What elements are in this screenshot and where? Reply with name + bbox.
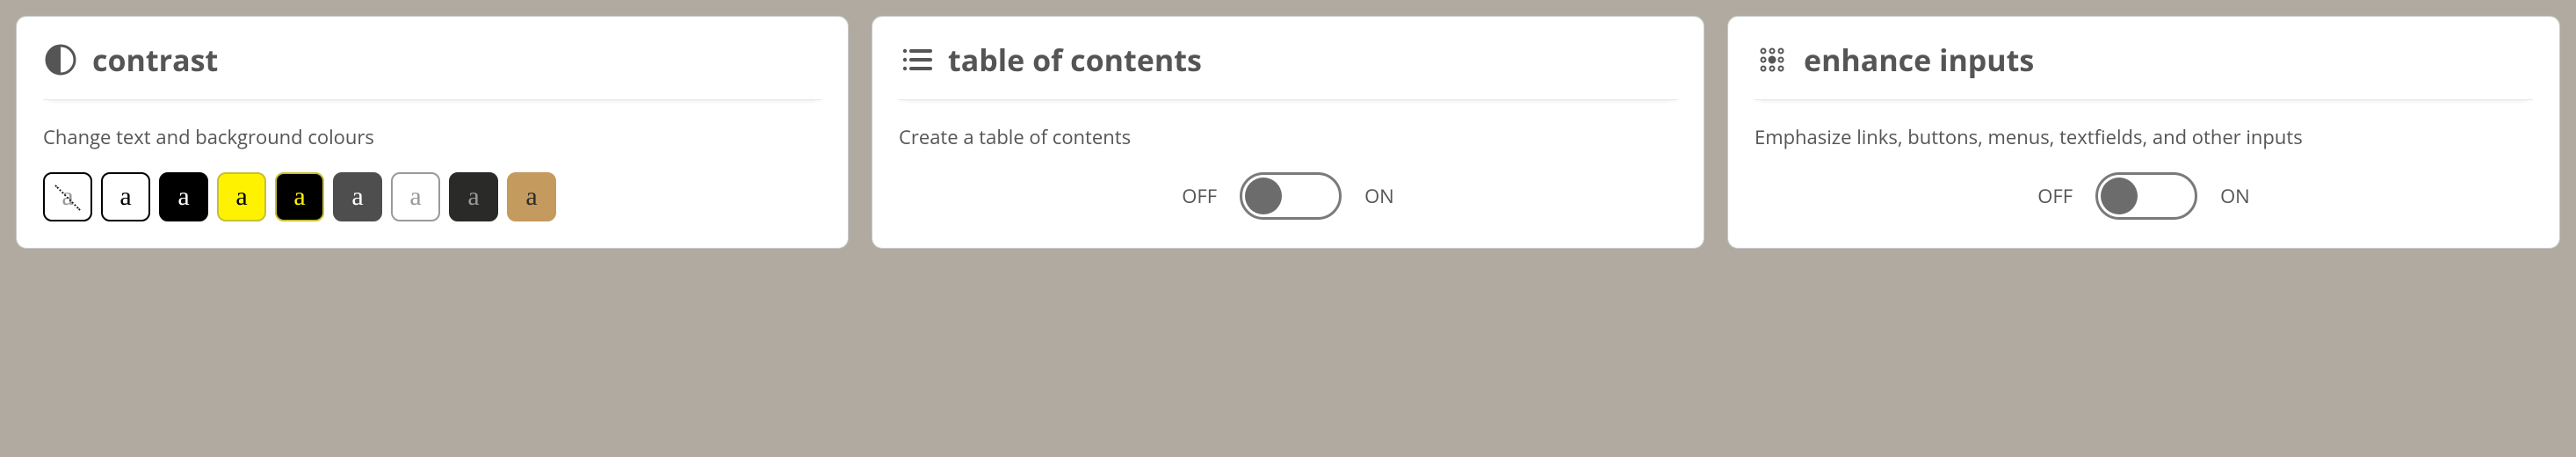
enhance-toggle-knob	[2101, 178, 2138, 214]
enhance-title: enhance inputs	[1804, 40, 2034, 80]
contrast-swatch-none[interactable]: a	[43, 172, 92, 221]
toc-header: table of contents	[899, 40, 1677, 100]
toc-description: Create a table of contents	[899, 125, 1677, 151]
contrast-swatch-tan-black[interactable]: a	[507, 172, 556, 221]
toc-toggle-off-label: OFF	[1182, 183, 1217, 209]
toc-title: table of contents	[948, 40, 1202, 80]
toc-toggle-row: OFF ON	[899, 172, 1677, 220]
toc-toggle-on-label: ON	[1364, 183, 1394, 209]
toc-toggle-knob	[1245, 178, 1282, 214]
enhance-header: enhance inputs	[1755, 40, 2533, 100]
contrast-swatch-black-white[interactable]: a	[159, 172, 208, 221]
contrast-card: contrast Change text and background colo…	[16, 16, 849, 249]
enhance-card: enhance inputs Emphasize links, buttons,…	[1727, 16, 2560, 249]
contrast-swatch-black-yellow[interactable]: a	[275, 172, 324, 221]
contrast-swatch-grey-white[interactable]: a	[333, 172, 382, 221]
contrast-title: contrast	[92, 40, 218, 80]
contrast-swatch-white-grey[interactable]: a	[391, 172, 440, 221]
contrast-swatch-dark-grey[interactable]: a	[449, 172, 498, 221]
contrast-description: Change text and background colours	[43, 125, 821, 151]
contrast-swatch-white-black[interactable]: a	[101, 172, 150, 221]
list-icon	[899, 42, 934, 77]
dots-icon	[1755, 42, 1790, 77]
toc-toggle[interactable]	[1240, 172, 1342, 220]
enhance-toggle-on-label: ON	[2220, 183, 2250, 209]
enhance-toggle-off-label: OFF	[2037, 183, 2073, 209]
enhance-description: Emphasize links, buttons, menus, textfie…	[1755, 125, 2533, 151]
contrast-swatches: aaaaaaaaa	[43, 172, 821, 221]
enhance-toggle[interactable]	[2095, 172, 2197, 220]
toc-card: table of contents Create a table of cont…	[872, 16, 1704, 249]
enhance-toggle-row: OFF ON	[1755, 172, 2533, 220]
contrast-header: contrast	[43, 40, 821, 100]
contrast-icon	[43, 42, 78, 77]
contrast-swatch-yellow-black[interactable]: a	[217, 172, 266, 221]
